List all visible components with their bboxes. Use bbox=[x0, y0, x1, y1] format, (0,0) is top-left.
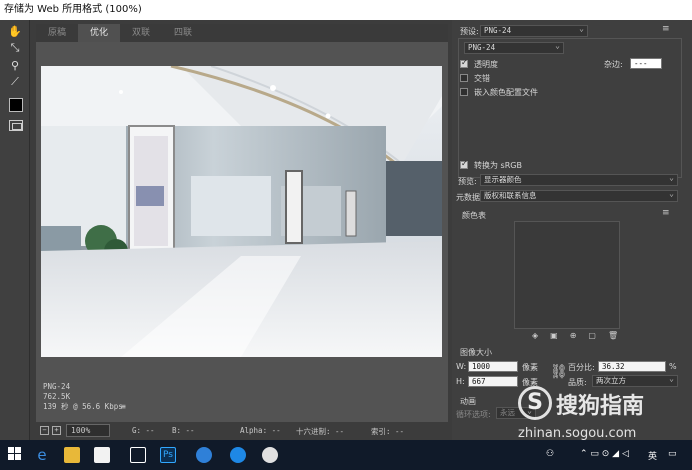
zoom-level-select[interactable]: 100% bbox=[66, 424, 110, 437]
edge-browser-icon[interactable]: e bbox=[34, 447, 50, 463]
status-bar: − + 100% G: -- B: -- Alpha: -- 十六进制: -- … bbox=[36, 423, 448, 439]
interlaced-checkbox[interactable] bbox=[460, 74, 468, 82]
view-tabs: 原稿 优化 双联 四联 bbox=[36, 24, 448, 42]
image-size-label: 图像大小 bbox=[460, 348, 492, 357]
image-format-text: PNG-24 bbox=[43, 382, 71, 391]
metadata-label: 元数据: bbox=[456, 193, 483, 202]
info-menu-icon[interactable]: ≡ bbox=[121, 402, 131, 411]
eyedropper-color-swatch[interactable] bbox=[9, 98, 23, 112]
blue-value-readout: B: -- bbox=[172, 426, 195, 435]
app-circle-white-icon[interactable] bbox=[262, 447, 278, 463]
delete-color-icon[interactable]: 🗑 bbox=[608, 331, 630, 340]
sogou-logo-icon: S bbox=[518, 386, 552, 420]
interlaced-label: 交错 bbox=[474, 74, 490, 83]
preview-select[interactable]: 显示器颜色 bbox=[480, 173, 678, 186]
preview-label: 预览: bbox=[458, 177, 477, 186]
transparency-checkbox[interactable] bbox=[460, 58, 468, 68]
constrain-proportions-icon[interactable]: ⛓ bbox=[550, 364, 568, 380]
hand-tool-icon[interactable]: ✋ bbox=[7, 24, 23, 40]
tab-original[interactable]: 原稿 bbox=[36, 24, 78, 42]
watermark-url-text: zhinan.sogou.com bbox=[518, 426, 637, 441]
tab-optimized[interactable]: 优化 bbox=[78, 24, 120, 42]
preview-image bbox=[41, 66, 442, 357]
notification-icon[interactable]: ▭ bbox=[668, 449, 677, 459]
window-title: 存储为 Web 所用格式 (100%) bbox=[0, 0, 692, 20]
convert-srgb-label: 转换为 sRGB bbox=[474, 161, 522, 170]
image-info-block: PNG-24 762.5K 139 秒 @ 56.6 Kbps ≡ bbox=[43, 382, 126, 412]
metadata-select[interactable]: 版权和联系信息 bbox=[480, 189, 678, 202]
mall-photo-graphic bbox=[41, 66, 442, 357]
optimize-menu-icon[interactable]: ≡ bbox=[662, 24, 670, 34]
color-table-tools: ◈▣⊕▢🗑 bbox=[532, 331, 630, 340]
index-value-readout: 索引: -- bbox=[371, 427, 405, 436]
start-windows-icon[interactable] bbox=[8, 447, 24, 463]
toggle-slices-icon[interactable] bbox=[9, 120, 23, 131]
width-label: W: bbox=[456, 362, 467, 371]
ime-language-indicator[interactable]: 英 bbox=[648, 449, 657, 462]
format-select[interactable]: PNG-24 bbox=[464, 41, 564, 54]
embed-profile-label: 嵌入颜色配置文件 bbox=[474, 88, 538, 97]
app-circle-sky-icon[interactable] bbox=[230, 447, 246, 463]
width-input[interactable]: 1000 bbox=[468, 361, 518, 372]
app-circle-blue-icon[interactable] bbox=[196, 447, 212, 463]
zoom-out-button[interactable]: − bbox=[40, 426, 49, 435]
mail-icon[interactable] bbox=[130, 447, 146, 463]
width-unit-label: 像素 bbox=[522, 363, 538, 372]
file-explorer-icon[interactable] bbox=[64, 447, 80, 463]
transparency-label: 透明度 bbox=[474, 60, 498, 69]
tool-column: ✋ ⤡ ⚲ ⟋ bbox=[0, 20, 30, 440]
color-table-label: 颜色表 bbox=[462, 211, 486, 220]
convert-srgb-checkbox[interactable] bbox=[460, 159, 468, 169]
animation-label: 动画 bbox=[460, 397, 476, 406]
windows-taskbar: e Ps ⚇ ⌃ ▭ ⊙ ◢ ◁ 英 ▭ bbox=[0, 440, 692, 470]
color-table-menu-icon[interactable]: ≡ bbox=[662, 208, 670, 218]
settings-panel: 预设: PNG-24 ≡ PNG-24 透明度 杂边: --- 交错 嵌入颜色配… bbox=[452, 20, 692, 440]
green-value-readout: G: -- bbox=[132, 426, 155, 435]
tab-2-up[interactable]: 双联 bbox=[120, 24, 162, 42]
sogou-watermark: S 搜狗指南 zhinan.sogou.com bbox=[512, 384, 692, 444]
web-shift-icon[interactable]: ⊕ bbox=[570, 331, 589, 340]
height-input[interactable]: 667 bbox=[468, 376, 518, 387]
embed-profile-checkbox[interactable] bbox=[460, 88, 468, 96]
image-file-size-text: 762.5K bbox=[43, 392, 71, 401]
color-table-grid[interactable] bbox=[514, 221, 620, 329]
hex-value-readout: 十六进制: -- bbox=[296, 427, 345, 436]
percent-label: 百分比: bbox=[568, 363, 595, 372]
eyedropper-tool-icon[interactable]: ⟋ bbox=[7, 74, 23, 90]
alpha-value-readout: Alpha: -- bbox=[240, 426, 281, 435]
tab-4-up[interactable]: 四联 bbox=[162, 24, 204, 42]
preview-canvas[interactable]: PNG-24 762.5K 139 秒 @ 56.6 Kbps ≡ bbox=[36, 42, 448, 422]
loop-options-label: 循环选项: bbox=[456, 410, 491, 419]
zoom-in-button[interactable]: + bbox=[52, 426, 61, 435]
image-download-time-text: 139 秒 @ 56.6 Kbps bbox=[43, 402, 123, 411]
people-icon[interactable]: ⚇ bbox=[546, 449, 554, 459]
matte-select[interactable]: --- bbox=[630, 58, 662, 69]
preset-label: 预设: bbox=[460, 27, 479, 36]
matte-label: 杂边: bbox=[604, 60, 623, 69]
tray-icons[interactable]: ⌃ ▭ ⊙ ◢ ◁ bbox=[580, 449, 629, 459]
store-bag-icon[interactable] bbox=[94, 447, 110, 463]
percent-unit-label: % bbox=[669, 362, 677, 371]
photoshop-taskbar-icon[interactable]: Ps bbox=[160, 447, 176, 463]
preset-select[interactable]: PNG-24 bbox=[480, 24, 588, 37]
slice-select-tool-icon[interactable]: ⤡ bbox=[7, 40, 23, 56]
lock-color-icon[interactable]: ▣ bbox=[550, 331, 570, 340]
zoom-tool-icon[interactable]: ⚲ bbox=[7, 58, 23, 74]
percent-input[interactable]: 36.32 bbox=[598, 361, 666, 372]
watermark-main-text: 搜狗指南 bbox=[556, 394, 645, 419]
map-color-icon[interactable]: ◈ bbox=[532, 331, 550, 340]
height-label: H: bbox=[456, 377, 465, 386]
new-color-icon[interactable]: ▢ bbox=[588, 331, 608, 340]
